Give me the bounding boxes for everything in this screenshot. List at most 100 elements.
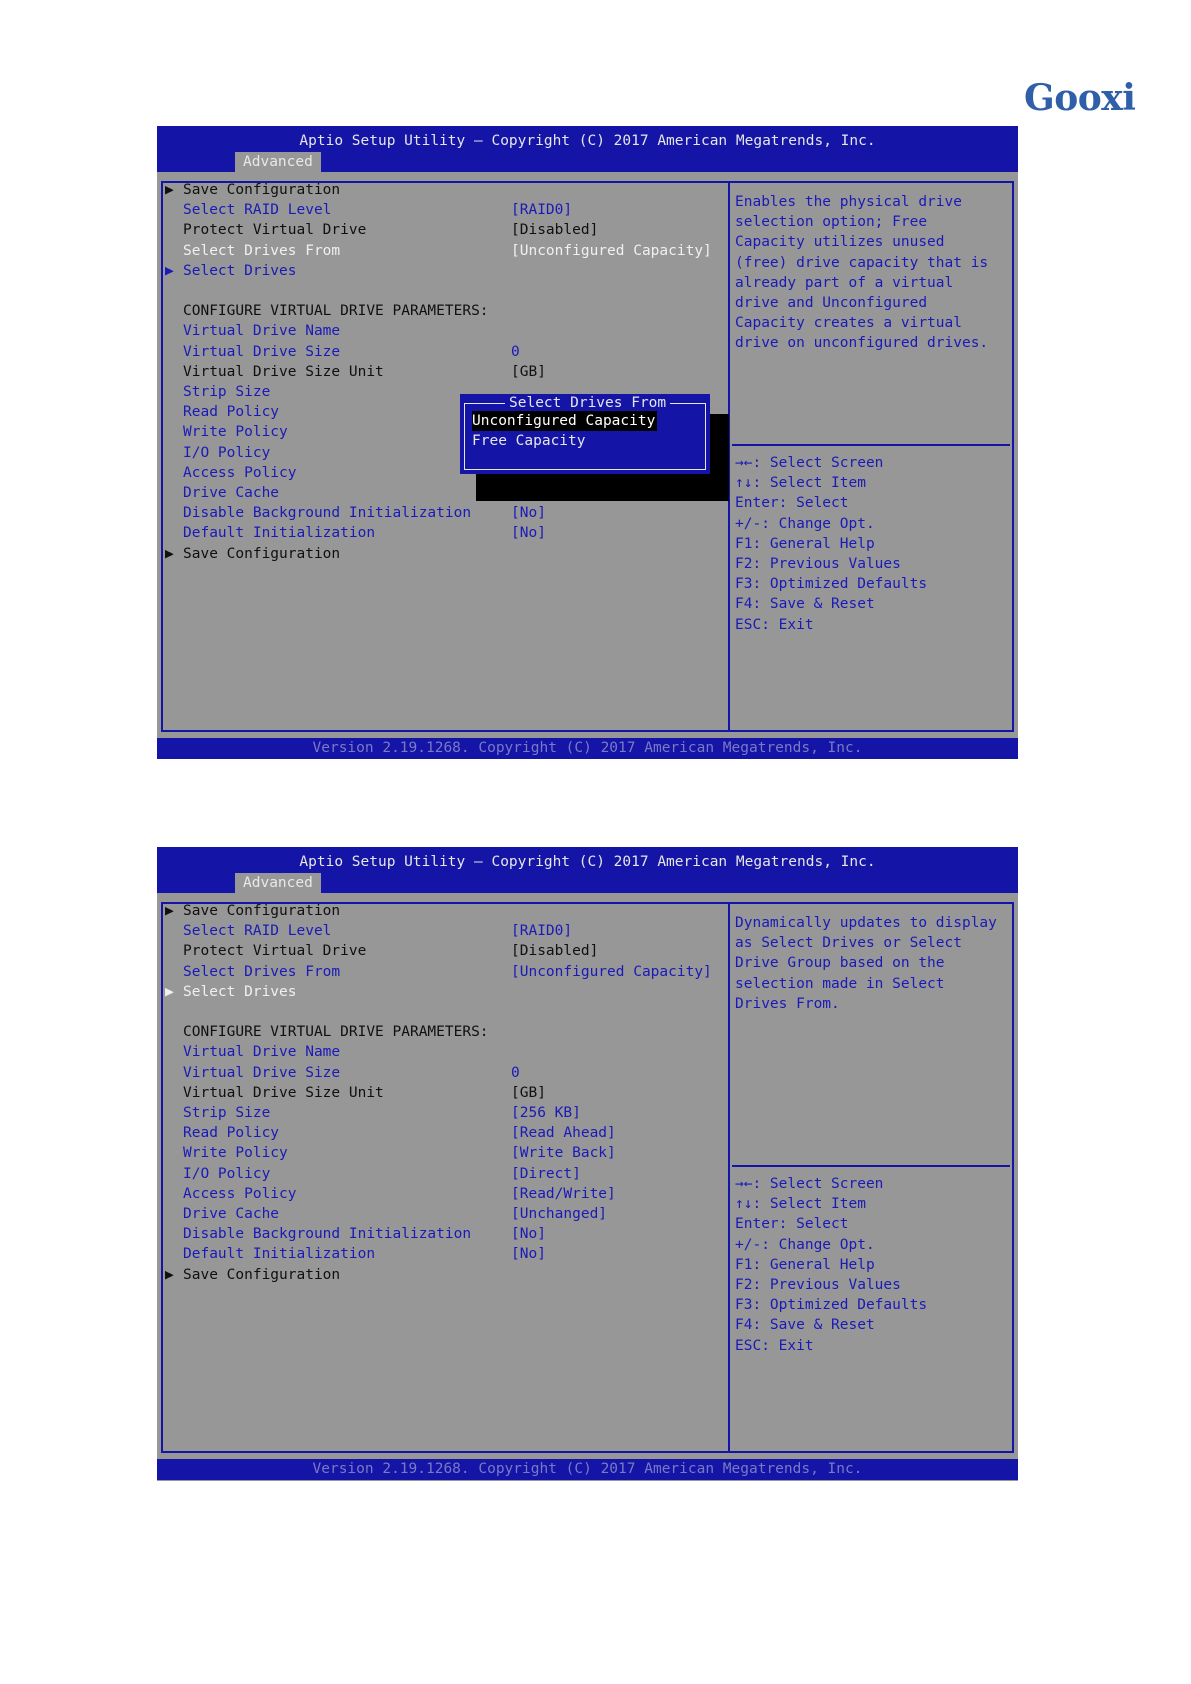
gooxi-logo: Gooxi <box>1024 77 1136 119</box>
title-bar: Aptio Setup Utility – Copyright (C) 2017… <box>157 126 1018 172</box>
menu-item-virtual-drive-size[interactable]: Virtual Drive Size 0 <box>165 342 725 362</box>
bios-screen-1: Aptio Setup Utility – Copyright (C) 2017… <box>157 126 1018 759</box>
menu-item-label: Drive Cache <box>183 1206 280 1222</box>
menu-item-access-policy[interactable]: Access Policy [Read/Write] <box>165 1184 725 1204</box>
menu-item-virtual-drive-name[interactable]: Virtual Drive Name <box>165 1042 725 1062</box>
menu-item-label: Virtual Drive Name <box>183 323 341 340</box>
menu-item-label: CONFIGURE VIRTUAL DRIVE PARAMETERS: <box>183 1024 489 1041</box>
menu-item-label: Virtual Drive Name <box>183 1044 341 1061</box>
menu-item-value: [No] <box>511 505 546 522</box>
menu-item-default-initialization[interactable]: Default Initialization [No] <box>165 1244 725 1264</box>
menu-item-value: [No] <box>511 1246 546 1263</box>
menu-item-label: Protect Virtual Drive <box>183 222 367 239</box>
menu-item-value: [256 KB] <box>511 1105 581 1121</box>
menu-item-label: Select Drives <box>183 983 297 1000</box>
setup-title: Aptio Setup Utility – Copyright (C) 2017… <box>299 133 876 149</box>
menu-item-i-o-policy[interactable]: I/O Policy [Direct] <box>165 1164 725 1184</box>
menu-item-disable-background-initialization[interactable]: Disable Background Initialization [No] <box>165 503 725 523</box>
menu-item-value: [Unconfigured Capacity] <box>511 242 712 259</box>
item-help-text: Enables the physical drive selection opt… <box>735 194 989 352</box>
menu-item-value: 0 <box>511 343 520 360</box>
popup-option-free-capacity[interactable]: Free Capacity <box>472 431 586 451</box>
footer-bar: Version 2.19.1268. Copyright (C) 2017 Am… <box>157 1459 1018 1480</box>
menu-item-label: Virtual Drive Size <box>183 1064 341 1081</box>
menu-item-save-configuration[interactable]: ▶ Save Configuration <box>165 180 725 200</box>
menu-item-blank <box>165 1002 725 1022</box>
menu-item-save-configuration[interactable]: ▶ Save Configuration <box>165 1265 725 1285</box>
menu-item-virtual-drive-size-unit[interactable]: Virtual Drive Size Unit [GB] <box>165 1083 725 1103</box>
menu-item-label: Default Initialization <box>183 1246 376 1263</box>
menu-item-label: Read Policy <box>183 404 280 421</box>
menu-item-label: Write Policy <box>183 424 288 441</box>
menu-item-label: Virtual Drive Size Unit <box>183 363 384 380</box>
menu-item-value: [No] <box>511 525 546 542</box>
menu-item-configure-virtual-drive-parameters: CONFIGURE VIRTUAL DRIVE PARAMETERS: <box>165 1022 725 1042</box>
menu-item-value: [Unconfigured Capacity] <box>511 963 712 980</box>
menu-item-label: Save Configuration <box>183 903 341 919</box>
setup-title: Aptio Setup Utility – Copyright (C) 2017… <box>299 854 876 870</box>
menu-item-label: Access Policy <box>183 1185 297 1202</box>
tab-advanced[interactable]: Advanced <box>235 152 321 172</box>
menu-item-label: Read Policy <box>183 1125 280 1142</box>
menu-item-select-raid-level[interactable]: Select RAID Level [RAID0] <box>165 921 725 941</box>
key-legend: →←: Select Screen ↑↓: Select Item Enter:… <box>735 1176 928 1354</box>
menu-item-label: Save Configuration <box>183 545 341 562</box>
item-help-text: Dynamically updates to display as Select… <box>735 915 997 1012</box>
select-drives-from-popup: Select Drives From Unconfigured Capacity… <box>460 394 710 474</box>
menu-item-label: Strip Size <box>183 384 271 400</box>
menu-item-select-drives[interactable]: ▶ Select Drives <box>165 261 725 281</box>
menu-item-value: 0 <box>511 1064 520 1081</box>
menu-item-label: I/O Policy <box>183 444 271 461</box>
version-text: Version 2.19.1268. Copyright (C) 2017 Am… <box>312 1461 863 1477</box>
popup-title: Select Drives From <box>505 394 671 412</box>
menu-item-strip-size[interactable]: Strip Size [256 KB] <box>165 1103 725 1123</box>
tab-advanced[interactable]: Advanced <box>235 873 321 893</box>
menu-item-write-policy[interactable]: Write Policy [Write Back] <box>165 1143 725 1163</box>
menu-item-save-configuration[interactable]: ▶ Save Configuration <box>165 901 725 921</box>
help-divider <box>732 444 1010 446</box>
menu-item-value: [Read Ahead] <box>511 1125 616 1142</box>
menu-item-value: [RAID0] <box>511 202 573 219</box>
menu-item-label: I/O Policy <box>183 1165 271 1182</box>
menu-item-select-drives-from[interactable]: Select Drives From [Unconfigured Capacity… <box>165 241 725 261</box>
menu-item-virtual-drive-name[interactable]: Virtual Drive Name <box>165 321 725 341</box>
help-divider <box>732 1165 1010 1167</box>
menu-item-label: Select Drives <box>183 262 297 279</box>
menu-item-label: Select Drives From <box>183 963 341 980</box>
submenu-arrow-icon: ▶ <box>165 983 174 1000</box>
menu-item-drive-cache[interactable]: Drive Cache [Unchanged] <box>165 1204 725 1224</box>
menu-item-protect-virtual-drive[interactable]: Protect Virtual Drive [Disabled] <box>165 941 725 961</box>
menu-item-value: [RAID0] <box>511 923 573 940</box>
menu-item-label: Drive Cache <box>183 485 280 501</box>
submenu-arrow-icon: ▶ <box>165 545 174 562</box>
menu-item-virtual-drive-size-unit[interactable]: Virtual Drive Size Unit [GB] <box>165 362 725 382</box>
menu-item-label: Select RAID Level <box>183 202 332 219</box>
popup-option-unconfigured-capacity[interactable]: Unconfigured Capacity <box>472 411 658 431</box>
menu-item-label: Virtual Drive Size Unit <box>183 1084 384 1101</box>
menu-item-label: Save Configuration <box>183 182 341 198</box>
menu-item-virtual-drive-size[interactable]: Virtual Drive Size 0 <box>165 1063 725 1083</box>
menu-item-default-initialization[interactable]: Default Initialization [No] <box>165 523 725 543</box>
menu-item-value: [Read/Write] <box>511 1185 616 1202</box>
menu-item-protect-virtual-drive[interactable]: Protect Virtual Drive [Disabled] <box>165 220 725 240</box>
menu-item-value: [Disabled] <box>511 943 599 960</box>
menu-item-label: Strip Size <box>183 1105 271 1121</box>
footer-bar: Version 2.19.1268. Copyright (C) 2017 Am… <box>157 738 1018 759</box>
submenu-arrow-icon: ▶ <box>165 262 174 279</box>
key-legend: →←: Select Screen ↑↓: Select Item Enter:… <box>735 455 928 633</box>
menu-item-select-drives-from[interactable]: Select Drives From [Unconfigured Capacity… <box>165 962 725 982</box>
menu-item-select-raid-level[interactable]: Select RAID Level [RAID0] <box>165 200 725 220</box>
menu-item-label: Default Initialization <box>183 525 376 542</box>
submenu-arrow-icon: ▶ <box>165 182 174 198</box>
menu-item-value: [Unchanged] <box>511 1206 608 1222</box>
menu-item-label: Select Drives From <box>183 242 341 259</box>
menu-item-blank <box>165 281 725 301</box>
submenu-arrow-icon: ▶ <box>165 1266 174 1283</box>
menu-item-select-drives[interactable]: ▶ Select Drives <box>165 982 725 1002</box>
menu-item-read-policy[interactable]: Read Policy [Read Ahead] <box>165 1123 725 1143</box>
menu-item-label: Access Policy <box>183 464 297 481</box>
menu-item-disable-background-initialization[interactable]: Disable Background Initialization [No] <box>165 1224 725 1244</box>
title-bar: Aptio Setup Utility – Copyright (C) 2017… <box>157 847 1018 893</box>
menu-item-label: Select RAID Level <box>183 923 332 940</box>
menu-item-save-configuration[interactable]: ▶ Save Configuration <box>165 544 725 564</box>
